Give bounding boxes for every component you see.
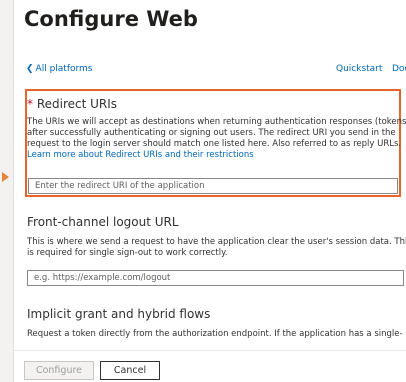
logout-url-heading: Front-channel logout URL xyxy=(27,215,179,229)
page-title: Configure Web xyxy=(24,7,198,31)
all-platforms-link[interactable]: ❮ All platforms xyxy=(26,64,93,74)
implicit-grant-description: Request a token directly from the author… xyxy=(27,329,403,339)
logout-desc-line-2: is required for single sign-out to work … xyxy=(27,248,228,258)
quickstart-link[interactable]: Quickstart xyxy=(336,64,382,74)
panel-footer: Configure Cancel xyxy=(14,350,406,382)
redirect-desc-line-1: The URIs we will accept as destinations … xyxy=(27,117,406,127)
cancel-button[interactable]: Cancel xyxy=(100,361,160,380)
configure-web-panel: Configure Web ❮ All platforms Quickstart … xyxy=(13,0,406,382)
left-background-strip xyxy=(0,0,13,382)
all-platforms-label: All platforms xyxy=(35,64,93,74)
logout-desc-line-1: This is where we send a request to have … xyxy=(27,237,406,247)
redirect-uris-heading: * Redirect URIs xyxy=(27,97,117,111)
implicit-grant-heading: Implicit grant and hybrid flows xyxy=(27,307,211,321)
panel-nav: ❮All platforms Quickstart Doc xyxy=(26,64,406,78)
redirect-uris-title: Redirect URIs xyxy=(36,97,118,111)
redirect-desc-line-2: after successfully authenticating or sig… xyxy=(27,128,396,138)
docs-link[interactable]: Doc xyxy=(392,64,406,74)
logout-url-description: This is where we send a request to have … xyxy=(27,237,406,259)
chevron-left-icon: ❮ xyxy=(26,64,34,74)
redirect-learn-more-link[interactable]: Learn more about Redirect URIs and their… xyxy=(27,150,405,161)
required-marker: * xyxy=(27,97,33,111)
logout-url-input[interactable]: e.g. https://example.com/logout xyxy=(27,270,404,286)
pointer-arrow-icon xyxy=(2,172,9,182)
configure-button[interactable]: Configure xyxy=(24,361,94,380)
redirect-uris-description: The URIs we will accept as destinations … xyxy=(27,117,406,161)
redirect-desc-line-3: request to the login server should match… xyxy=(27,139,402,149)
redirect-uri-input[interactable]: Enter the redirect URI of the applicatio… xyxy=(28,178,398,194)
